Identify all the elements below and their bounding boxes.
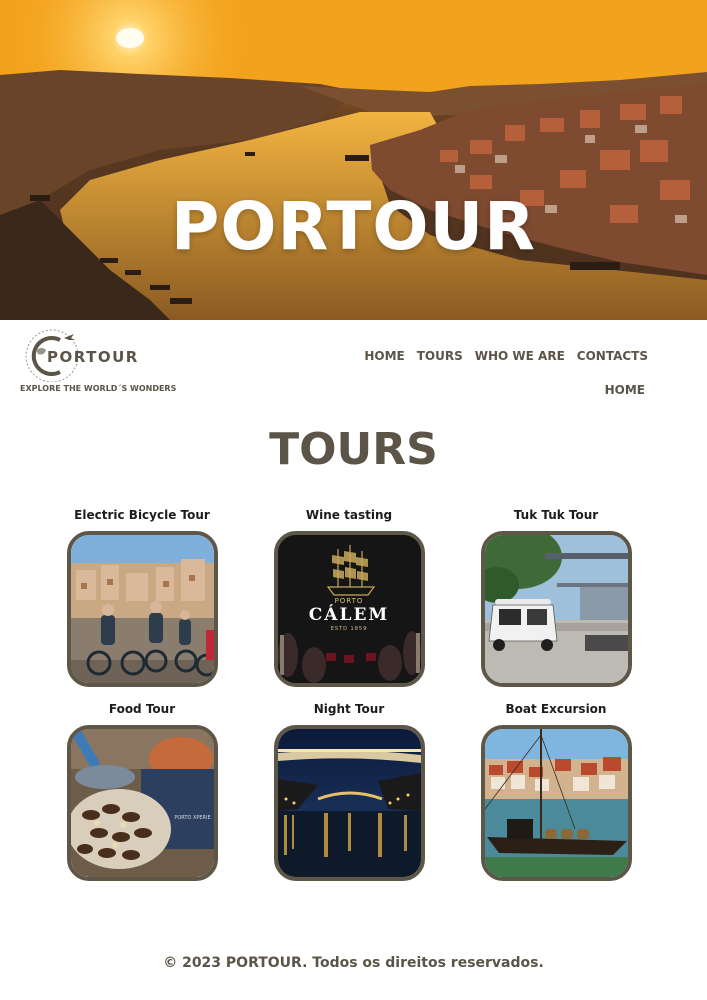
tour-name: Electric Bicycle Tour (74, 508, 210, 522)
tour-image-tuk-tuk[interactable] (480, 531, 632, 687)
tour-image-night[interactable] (273, 725, 425, 881)
tour-card-wine-tasting[interactable]: Wine tasting PORTO CÁLEM ESTD 1859 (254, 507, 444, 687)
wine-sign-porto: PORTO (334, 597, 364, 605)
tour-name: Wine tasting (305, 508, 393, 522)
food-sign-label: PORTO XPERIE (174, 815, 211, 821)
tour-name: Tuk Tuk Tour (513, 508, 599, 522)
tour-name: Night Tour (313, 702, 385, 716)
tour-image-wine-tasting[interactable]: PORTO CÁLEM ESTD 1859 (273, 531, 425, 687)
tour-card-boat[interactable]: Boat Excursion (461, 701, 651, 881)
wine-est: ESTD 1859 (330, 626, 368, 632)
logo-wordmark: PORTOUR (47, 348, 139, 366)
tour-card-food[interactable]: Food Tour PORTO XPERIE (47, 701, 237, 881)
tour-card-tuk-tuk[interactable]: Tuk Tuk Tour (461, 507, 651, 687)
tour-card-electric-bicycle[interactable]: Electric Bicycle Tour (47, 507, 237, 687)
wine-brand: CÁLEM (308, 605, 390, 625)
main-nav: HOME TOURS WHO WE ARE CONTACTS (364, 349, 648, 363)
nav-who-we-are[interactable]: WHO WE ARE (475, 349, 565, 363)
tour-card-night[interactable]: Night Tour (254, 701, 444, 881)
tour-image-electric-bicycle[interactable] (66, 531, 218, 687)
site-logo[interactable]: PORTOUR EXPLORE THE WORLD´S WONDERS (20, 326, 176, 396)
nav-tours[interactable]: TOURS (417, 349, 463, 363)
tour-name: Food Tour (108, 702, 176, 716)
nav-home[interactable]: HOME (364, 349, 404, 363)
footer-copyright: © 2023 PORTOUR. Todos os direitos reserv… (163, 955, 544, 971)
breadcrumb-home[interactable]: HOME (605, 383, 645, 397)
tour-name: Boat Excursion (505, 702, 607, 716)
page-title: TOURS (269, 424, 438, 475)
hero-image-porto-sunset (0, 0, 707, 320)
tour-image-food[interactable]: PORTO XPERIE (66, 725, 218, 881)
hero-banner: PORTOUR (0, 0, 707, 320)
hero-title: PORTOUR (171, 188, 536, 265)
nav-contacts[interactable]: CONTACTS (577, 349, 648, 363)
tour-image-boat[interactable] (480, 725, 632, 881)
logo-tagline: EXPLORE THE WORLD´S WONDERS (20, 384, 177, 393)
